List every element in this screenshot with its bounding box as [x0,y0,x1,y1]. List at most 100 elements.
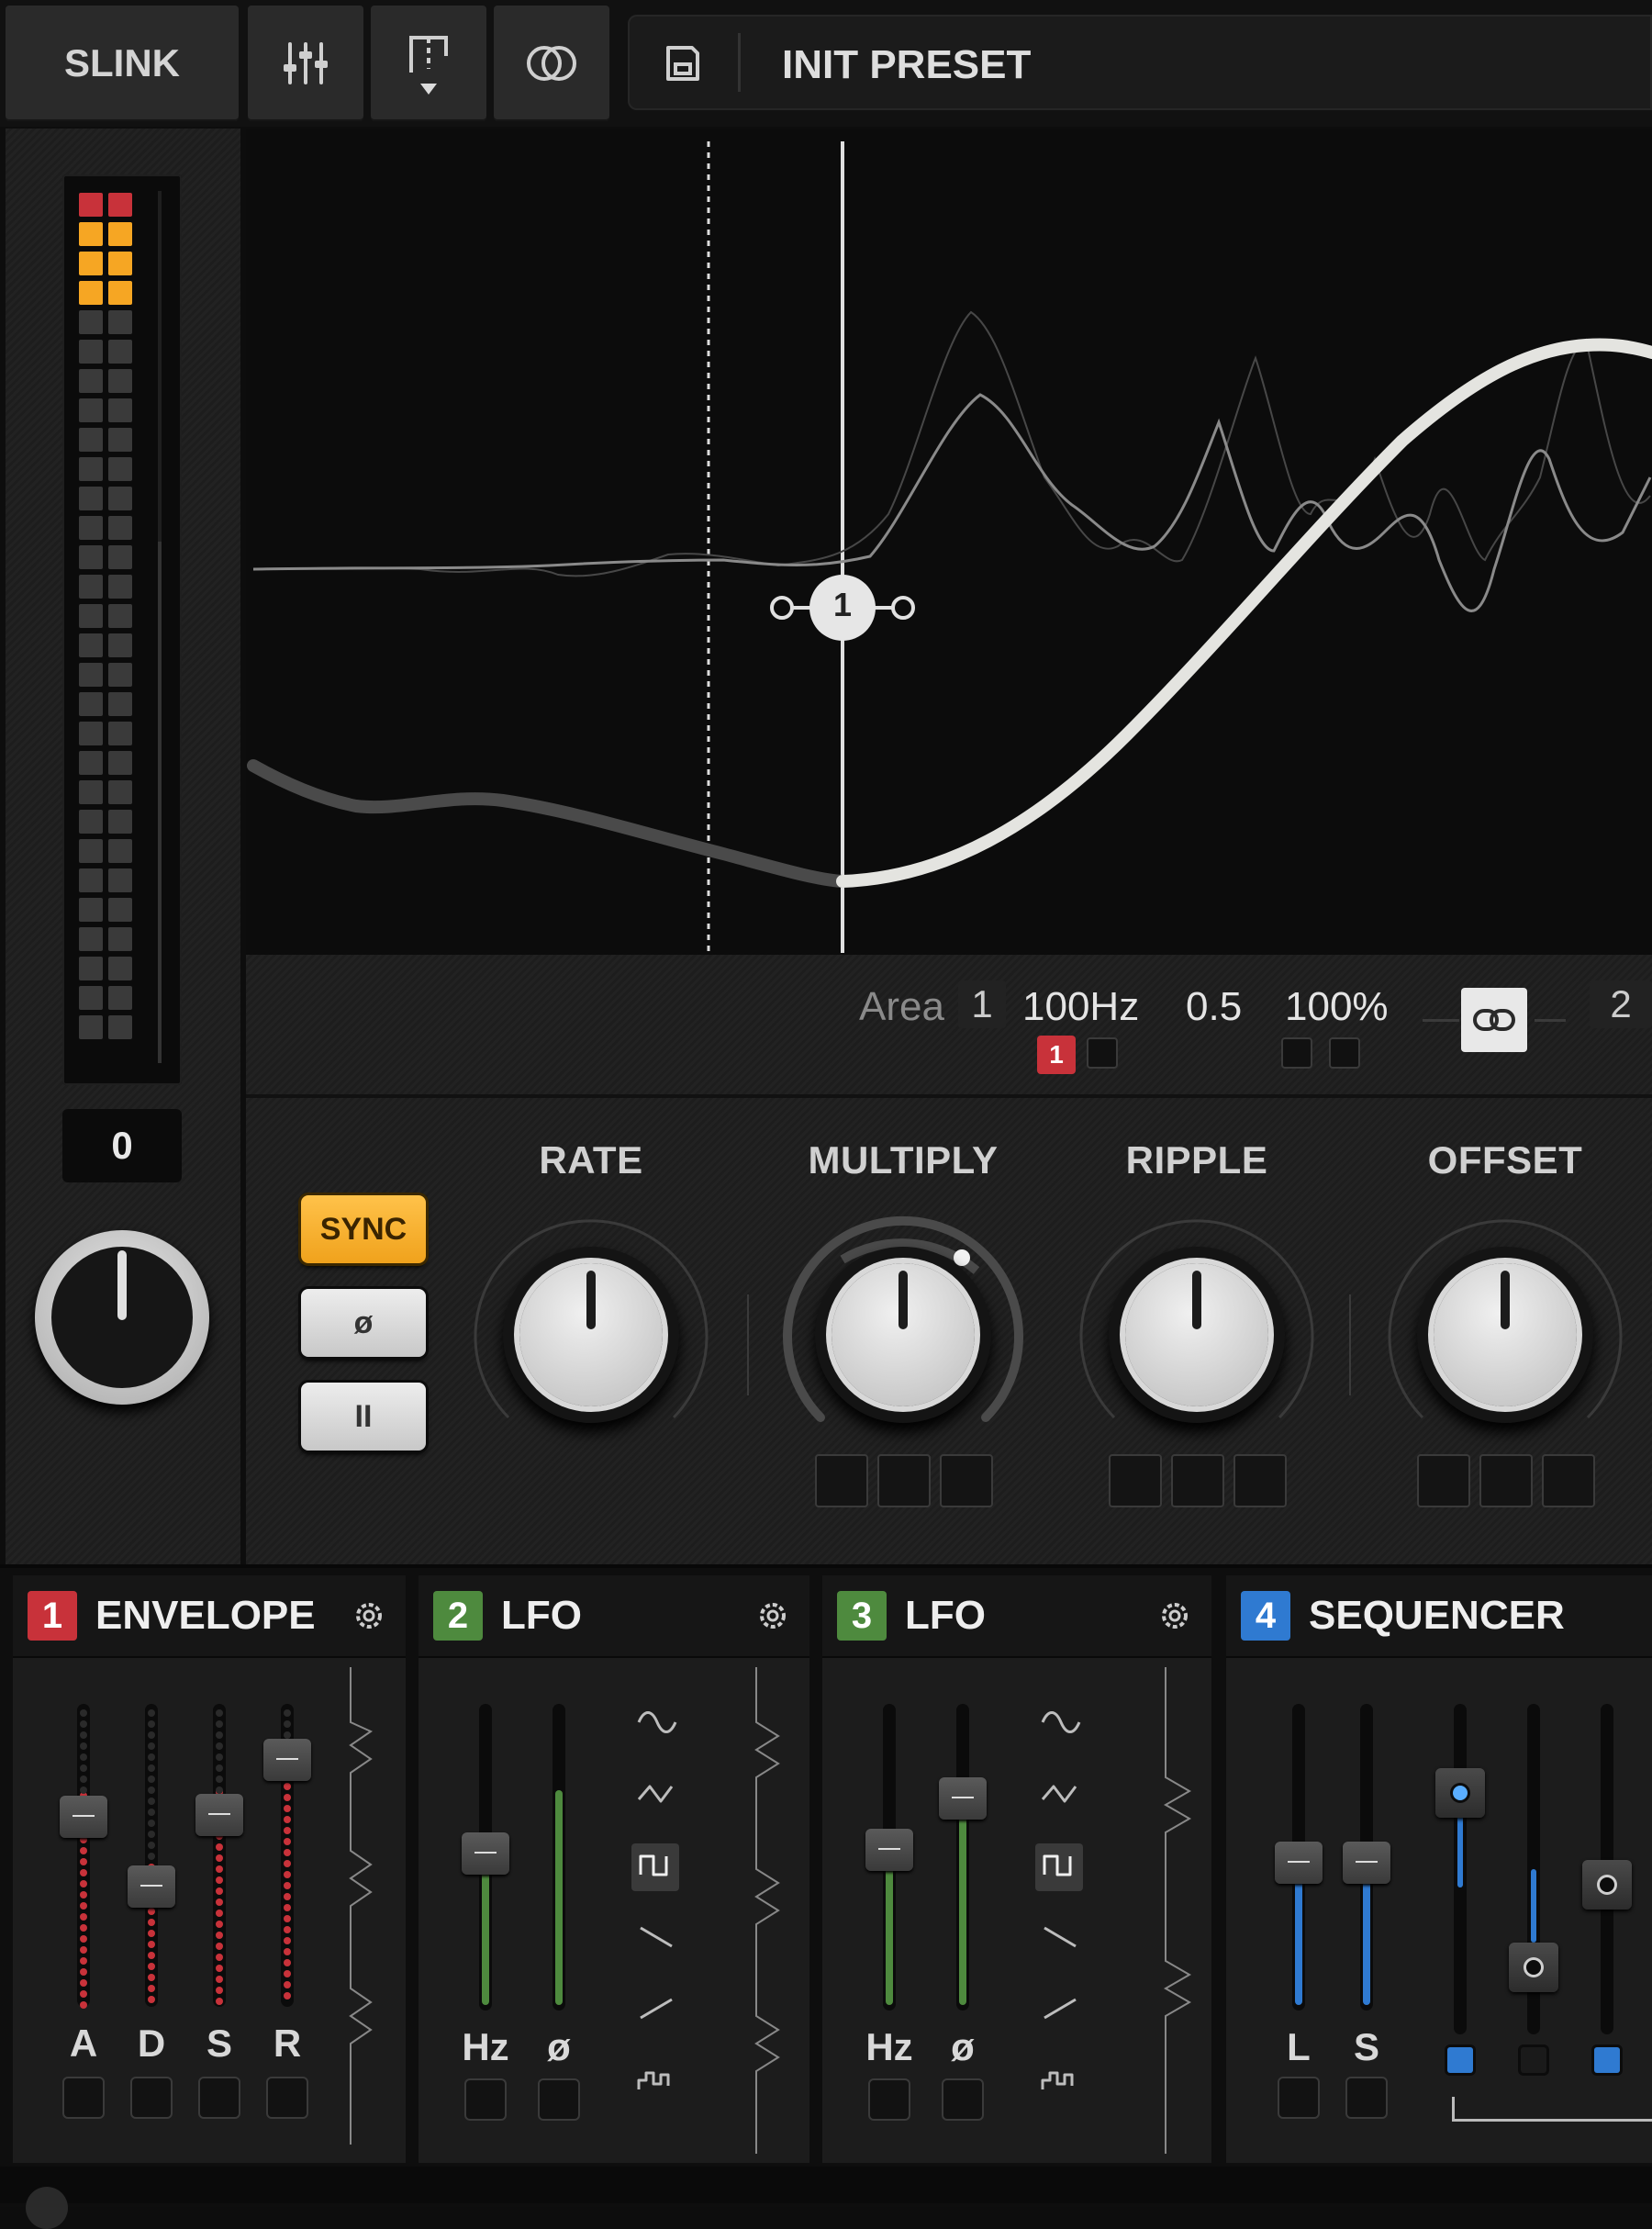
knob-rate[interactable] [503,1247,679,1423]
seq-step-led[interactable] [1594,2047,1620,2073]
sequencer-l-mod-slot[interactable] [1278,2077,1320,2119]
phase-invert-button[interactable]: ø [301,1289,426,1357]
envelope-s-handle[interactable] [195,1794,243,1836]
sine-wave-icon[interactable] [635,1704,677,1741]
modulator-4-header[interactable]: 4 SEQUENCER [1226,1575,1652,1658]
knob-mod-slot[interactable] [877,1454,931,1507]
lfo-3-rate-mod-slot[interactable] [868,2078,910,2121]
output-gain-knob[interactable] [35,1230,209,1405]
gear-icon[interactable] [351,1597,387,1634]
preset-name[interactable]: INIT PRESET [782,42,1031,88]
knob-pointer [117,1250,127,1320]
slider-dot [216,1976,223,1983]
sequencer-s-handle[interactable] [1343,1842,1390,1884]
envelope-r-mod-slot[interactable] [266,2077,308,2119]
percent-mod-slot-1[interactable] [1281,1037,1312,1069]
seq-step-handle[interactable] [1582,1860,1632,1910]
seq-loop-bracket[interactable] [1452,2097,1652,2122]
modulator-1-header[interactable]: 1 ENVELOPE [13,1575,406,1658]
envelope-d-handle[interactable] [128,1865,175,1908]
sequencer-l-handle[interactable] [1275,1842,1323,1884]
slider-dot [284,1981,291,1988]
sync-button[interactable]: SYNC [301,1195,426,1263]
saw-down-wave-icon[interactable] [635,1919,677,1955]
envelope-preview [349,1667,374,2145]
knob-mod-slot[interactable] [1109,1454,1162,1507]
lfo-2-rate-mod-slot[interactable] [464,2078,507,2121]
envelope-r-handle[interactable] [263,1739,311,1781]
seq-step-led[interactable] [1521,2047,1546,2073]
q-value[interactable]: 0.5 [1186,984,1242,1030]
envelope-a-mod-slot[interactable] [62,2077,105,2119]
shape-graph[interactable]: 1 [246,129,1652,955]
seq-step-handle[interactable] [1509,1943,1558,1992]
slider-dot [80,1787,87,1794]
envelope-s-mod-slot[interactable] [198,2077,240,2119]
percent-value[interactable]: 100% [1285,984,1389,1030]
gear-icon[interactable] [754,1597,791,1634]
preset-bar[interactable]: INIT PRESET [628,15,1652,110]
save-icon[interactable] [664,44,701,83]
sine-wave-icon[interactable] [1039,1704,1081,1741]
slider-dot [80,1709,87,1717]
triangle-wave-icon[interactable] [635,1775,677,1812]
triangle-wave-icon[interactable] [1039,1775,1081,1812]
seq-step-led[interactable] [1447,2047,1473,2073]
stereo-view-button[interactable] [494,6,609,121]
knob-multiply[interactable] [815,1247,991,1423]
sequencer-s-mod-slot[interactable] [1345,2077,1388,2119]
square-wave-icon[interactable] [635,1847,677,1884]
lfo-3-phase-mod-slot[interactable] [942,2078,984,2121]
knob-mod-slot[interactable] [1171,1454,1224,1507]
saw-down-wave-icon[interactable] [1039,1919,1081,1955]
shape-view-button[interactable] [371,6,486,121]
pause-button[interactable]: II [301,1383,426,1451]
freq-mod-slot[interactable] [1087,1037,1118,1069]
knob-mod-slot[interactable] [1479,1454,1533,1507]
knob-mod-slot[interactable] [1542,1454,1595,1507]
area-value-box[interactable]: 1 [958,980,1006,1028]
slider-dot [80,1880,87,1887]
random-wave-icon[interactable] [1039,2062,1081,2099]
modulator-2-header[interactable]: 2 LFO [419,1575,809,1658]
slider-dot [148,1985,155,1992]
percent-mod-slot-2[interactable] [1329,1037,1360,1069]
lfo-3-phase-handle[interactable] [939,1777,987,1820]
knob-pointer [1501,1271,1510,1329]
meter-segment [79,986,103,1010]
frequency-value[interactable]: 100Hz [1022,984,1139,1030]
slider-dot [80,1924,87,1932]
knob-mod-slot[interactable] [1417,1454,1470,1507]
envelope-d-mod-slot[interactable] [130,2077,173,2119]
lfo-3-rate-handle[interactable] [865,1829,913,1871]
app-logo-button[interactable]: SLINK [6,6,239,121]
right-value-box[interactable]: 2 [1590,980,1652,1028]
meter-readout[interactable]: 0 [62,1109,182,1182]
lfo-2-phase-fill [555,1790,563,2005]
random-wave-icon[interactable] [635,2062,677,2099]
saw-up-wave-icon[interactable] [635,1990,677,2027]
square-wave-icon[interactable] [1039,1847,1081,1884]
link-button[interactable] [1461,988,1527,1052]
knob-mod-slot[interactable] [815,1454,868,1507]
meter-segment [108,780,132,804]
modulator-4-sequencer: 4 SEQUENCER LS [1226,1575,1652,2163]
lfo-2-phase-mod-slot[interactable] [538,2078,580,2121]
knob-mod-slot[interactable] [1233,1454,1287,1507]
modulator-3-header[interactable]: 3 LFO [822,1575,1211,1658]
mixer-view-button[interactable] [248,6,363,121]
saw-up-wave-icon[interactable] [1039,1990,1081,2027]
gear-icon[interactable] [1156,1597,1193,1634]
knob-ripple[interactable] [1109,1247,1285,1423]
meter-segment [108,1015,132,1039]
knob-mod-slot[interactable] [940,1454,993,1507]
meter-segment [108,839,132,863]
meter-segment [79,868,103,892]
knob-offset[interactable] [1417,1247,1593,1423]
lfo-2-rate-handle[interactable] [462,1832,509,1875]
seq-step-handle[interactable] [1435,1768,1485,1818]
graph-node-1[interactable]: 1 [826,586,859,624]
envelope-a-handle[interactable] [60,1796,107,1838]
meter-segment [79,222,103,246]
freq-mod-badge[interactable]: 1 [1037,1036,1076,1074]
